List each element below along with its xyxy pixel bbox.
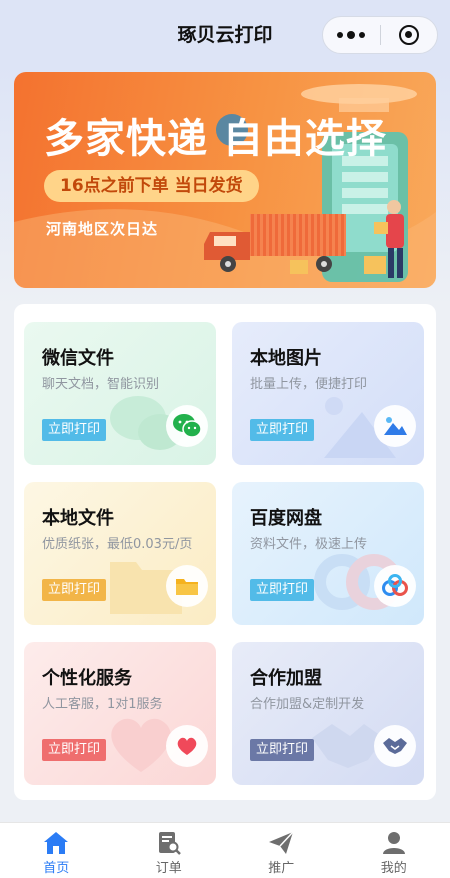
- card-title: 微信文件: [42, 348, 114, 369]
- tab-orders[interactable]: 订单: [113, 823, 226, 878]
- service-card-local-image[interactable]: 本地图片 批量上传，便捷打印 立即打印: [232, 322, 424, 465]
- print-now-button[interactable]: 立即打印: [250, 739, 315, 761]
- card-subtitle: 优质纸张，最低0.03元/页: [42, 537, 193, 552]
- tab-promote[interactable]: 推广: [225, 823, 338, 878]
- wechat-icon: [166, 405, 208, 447]
- tab-profile[interactable]: 我的: [338, 823, 450, 878]
- promo-banner[interactable]: 多家快递 自由选择 16点之前下单 当日发货 河南地区次日达: [14, 72, 436, 288]
- order-search-icon: [158, 832, 181, 855]
- paper-plane-icon: [269, 831, 294, 854]
- image-icon: [374, 405, 416, 447]
- tab-label: 订单: [155, 861, 182, 876]
- tab-label: 我的: [380, 861, 407, 876]
- card-subtitle: 合作加盟&定制开发: [250, 697, 365, 712]
- heart-icon: [166, 725, 208, 767]
- folder-icon: [166, 565, 208, 607]
- card-subtitle: 批量上传，便捷打印: [250, 377, 368, 392]
- handshake-icon: [374, 725, 416, 767]
- print-now-button[interactable]: 立即打印: [250, 419, 315, 441]
- tab-bar: 首页 订单 推广 我的: [0, 822, 450, 878]
- service-card-wechat-file[interactable]: 微信文件 聊天文档，智能识别 立即打印: [24, 322, 216, 465]
- user-icon: [382, 832, 405, 854]
- services-panel: 微信文件 聊天文档，智能识别 立即打印 本地图片 批量上传，便捷打印 立即打印 …: [14, 304, 436, 800]
- card-title: 个性化服务: [42, 668, 132, 689]
- card-title: 百度网盘: [250, 508, 322, 529]
- print-now-button[interactable]: 立即打印: [250, 579, 315, 601]
- record-circle-icon[interactable]: [381, 25, 438, 45]
- home-icon: [44, 832, 69, 854]
- service-card-local-file[interactable]: 本地文件 优质纸张，最低0.03元/页 立即打印: [24, 482, 216, 625]
- tab-home[interactable]: 首页: [0, 823, 113, 878]
- card-subtitle: 资料文件，极速上传: [250, 537, 368, 552]
- baidu-netdisk-icon: [374, 565, 416, 607]
- card-title: 本地图片: [250, 348, 322, 369]
- service-card-personal-service[interactable]: 个性化服务 人工客服，1对1服务 立即打印: [24, 642, 216, 785]
- tab-label: 推广: [268, 861, 295, 876]
- service-card-baidu-netdisk[interactable]: 百度网盘 资料文件，极速上传 立即打印: [232, 482, 424, 625]
- tab-label: 首页: [43, 861, 70, 876]
- card-title: 本地文件: [42, 508, 114, 529]
- print-now-button[interactable]: 立即打印: [42, 579, 107, 601]
- print-now-button[interactable]: 立即打印: [42, 739, 107, 761]
- print-now-button[interactable]: 立即打印: [42, 419, 107, 441]
- banner-pill: 16点之前下单 当日发货: [44, 170, 259, 202]
- service-card-partnership[interactable]: 合作加盟 合作加盟&定制开发 立即打印: [232, 642, 424, 785]
- card-subtitle: 聊天文档，智能识别: [42, 377, 160, 392]
- banner-region: 河南地区次日达: [46, 220, 159, 238]
- banner-headline: 多家快递 自由选择: [44, 116, 387, 162]
- mini-program-capsule: [322, 16, 438, 54]
- card-subtitle: 人工客服，1对1服务: [42, 697, 163, 712]
- more-dots-icon[interactable]: [323, 31, 380, 39]
- card-title: 合作加盟: [250, 668, 322, 689]
